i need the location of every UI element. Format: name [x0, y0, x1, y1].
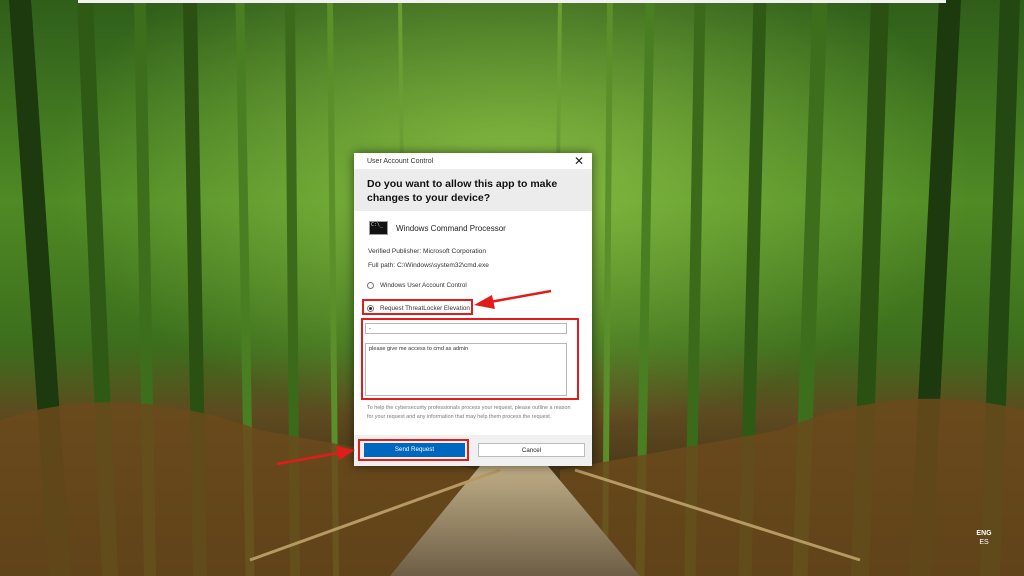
language-indicator[interactable]: ENG ES: [968, 529, 1000, 547]
command-prompt-icon: C:\_: [369, 221, 388, 235]
close-icon: ✕: [573, 154, 585, 168]
keyboard-layout: ES: [979, 539, 989, 546]
dialog-question: Do you want to allow this app to make ch…: [367, 178, 558, 204]
option-windows-uac[interactable]: Windows User Account Control: [367, 280, 467, 290]
publisher-info: Verified Publisher: Microsoft Corporatio…: [368, 248, 487, 255]
close-button[interactable]: ✕: [572, 154, 586, 168]
highlight-elevation-option: [362, 299, 473, 315]
top-edge-bar: [78, 0, 946, 3]
language-code: ENG: [976, 530, 992, 537]
dialog-title: User Account Control: [367, 158, 434, 165]
path-info: Full path: C:\Windows\system32\cmd.exe: [368, 262, 489, 269]
cancel-button[interactable]: Cancel: [478, 443, 585, 457]
help-text: To help the cybersecurity professionals …: [367, 405, 571, 420]
dialog-header: Do you want to allow this app to make ch…: [354, 169, 592, 211]
app-name: Windows Command Processor: [396, 224, 506, 233]
highlight-send-button: [358, 439, 469, 461]
radio-button[interactable]: [367, 281, 374, 289]
option-label: Windows User Account Control: [380, 281, 467, 289]
highlight-request-fields: [361, 318, 579, 400]
